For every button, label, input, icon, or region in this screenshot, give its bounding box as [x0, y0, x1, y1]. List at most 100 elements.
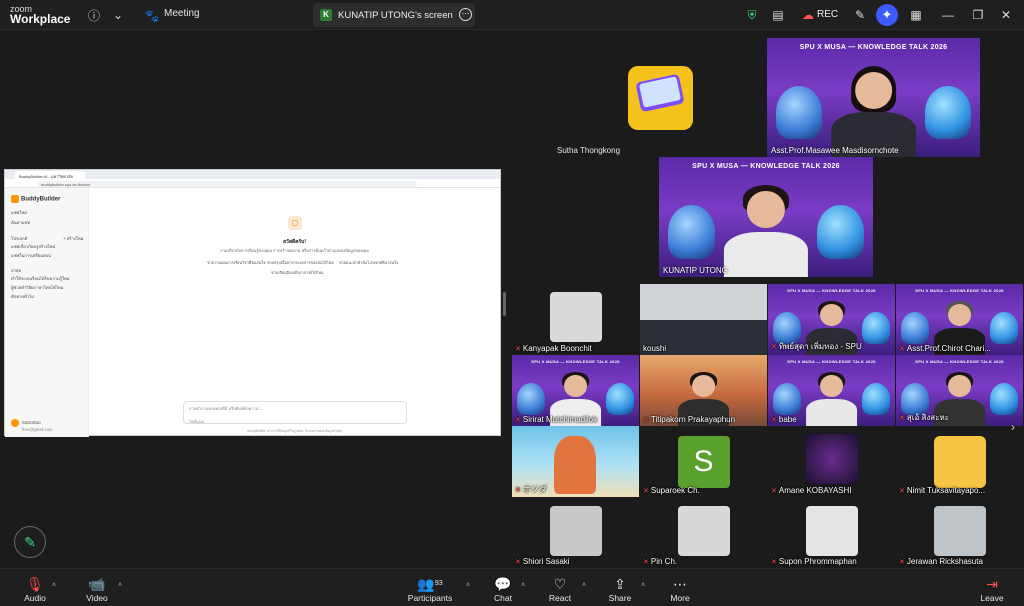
robot-illustration: [861, 312, 890, 345]
participant-name: koushi: [643, 344, 667, 353]
chevron-down-icon[interactable]: ⌄: [110, 7, 126, 23]
sidebar-item: ผู้ช่วยทำวิจัยภาษาไทยได้ไหม: [11, 285, 64, 290]
robot-illustration: [667, 205, 715, 259]
participant-tile[interactable]: ✕ Supon Phrommaphan: [768, 498, 895, 568]
mic-muted-icon: ✕: [643, 417, 649, 424]
meeting-label[interactable]: Meeting: [164, 8, 200, 19]
robot-illustration: [605, 383, 634, 416]
sidebar-item: แชทใหม่: [11, 210, 27, 215]
share-button[interactable]: ⇪ Share: [605, 575, 635, 603]
info-icon[interactable]: ⓘ: [86, 7, 102, 23]
person-head: [948, 375, 971, 398]
participant-photo: [806, 434, 858, 484]
participant-label: ✕ Kanyapak Boonchit: [515, 344, 592, 353]
participant-tile[interactable]: SPU X MUSA — KNOWLEDGE TALK 2026 ✕ babe: [768, 355, 895, 426]
banner-text: SPU X MUSA — KNOWLEDGE TALK 2026: [799, 43, 948, 51]
suggestion-chip: ช่วยเขียนอีเมลถึงอาจารย์ได้ไหม: [271, 271, 324, 275]
suggestion-chip: ช่วยแนะนำหัวข้อโปรเจกต์ที่น่าสนใจ: [339, 261, 399, 265]
record-cloud-icon: ☁: [802, 8, 814, 22]
participants-button[interactable]: 👥93 Participants: [405, 575, 455, 603]
participant-tile[interactable]: SPU X MUSA — KNOWLEDGE TALK 2026 ✕ Asst.P…: [896, 284, 1023, 355]
more-options-icon[interactable]: ⋯: [459, 8, 472, 21]
participant-avatar-image: [628, 66, 693, 130]
mic-muted-icon: ✕: [899, 415, 905, 422]
mic-muted-icon: ✕: [515, 346, 521, 353]
participant-name: สุเอ้ สิงสะหะ: [906, 413, 950, 422]
participant-photo: [678, 506, 730, 556]
minimize-icon[interactable]: —: [940, 7, 956, 23]
participant-tile[interactable]: ✕ Nimit Tuksavitayapo...: [896, 426, 1023, 497]
more-button[interactable]: ⋯ More: [665, 575, 695, 603]
summary-icon[interactable]: ▤: [770, 7, 786, 23]
banner-text: SPU X MUSA — KNOWLEDGE TALK 2026: [531, 358, 620, 364]
chevron-up-icon[interactable]: ˄: [52, 582, 56, 589]
suggestion-chip: ช่วยวางแผนการเรียนวิชาที่ฉันสนใจ: [207, 261, 266, 265]
view-icon[interactable]: ▦: [908, 7, 924, 23]
restore-icon[interactable]: ❐: [970, 7, 986, 23]
participant-label: ✕ Sirirat Mutchimadilok: [515, 415, 597, 424]
video-off-icon: 📹: [88, 576, 106, 592]
participant-tile[interactable]: ✕ Kanyapak Boonchit: [512, 284, 639, 355]
split-handle[interactable]: [503, 292, 506, 316]
participant-tile[interactable]: ✕ Jerawan Rickshasuta: [896, 498, 1023, 568]
chevron-up-icon[interactable]: ˄: [118, 582, 122, 589]
participant-tile[interactable]: ✕ Pin Ch.: [640, 498, 767, 568]
person-head: [820, 375, 843, 398]
participant-name: Sirirat Mutchimadilok: [522, 415, 598, 424]
leave-button[interactable]: ⇥ Leave: [978, 575, 1006, 603]
participant-label: ✕ Supon Phrommaphan: [771, 557, 857, 566]
pen-icon[interactable]: ✎: [852, 7, 868, 23]
participant-tile[interactable]: ✕ ホソダ: [512, 426, 639, 497]
chat-button[interactable]: 💬 Chat: [490, 575, 516, 603]
participant-tile[interactable]: ✕ Amane KOBAYASHI: [768, 426, 895, 497]
rec-label[interactable]: REC: [817, 9, 838, 20]
participant-video: [804, 371, 860, 426]
sidebar-item: โปรเจกต์: [11, 236, 28, 241]
participant-label: ✕ Suparoek Ch.: [643, 486, 700, 495]
participant-tile[interactable]: SPU X MUSA — KNOWLEDGE TALK 2026 ✕ ทิพย์ส…: [768, 284, 895, 355]
ai-companion-icon[interactable]: ✦: [876, 4, 898, 26]
share-avatar: K: [320, 9, 332, 21]
participant-tile[interactable]: SPU X MUSA — KNOWLEDGE TALK 2026 Asst.Pr…: [767, 38, 980, 157]
chevron-up-icon[interactable]: ˄: [582, 582, 586, 589]
active-speaker-tile[interactable]: SPU X MUSA — KNOWLEDGE TALK 2026 KUNATIP…: [659, 157, 873, 277]
sidebar-item: แชทเกี่ยวกับครูสร้างใหม่: [11, 244, 56, 249]
participant-photo: [550, 506, 602, 556]
participant-tile[interactable]: koushi: [640, 284, 767, 355]
participant-tile[interactable]: SPU X MUSA — KNOWLEDGE TALK 2026 ✕ Sirira…: [512, 355, 639, 426]
brand-name: BuddyBuilder: [21, 196, 61, 203]
participant-name: Suparoek Ch.: [650, 486, 700, 495]
mic-muted-icon: ✕: [899, 488, 905, 495]
react-button[interactable]: ♡ React: [545, 575, 575, 603]
chevron-right-icon[interactable]: ›: [1011, 420, 1015, 434]
banner-text: SPU X MUSA — KNOWLEDGE TALK 2026: [915, 358, 1004, 364]
chevron-up-icon[interactable]: ˄: [641, 582, 645, 589]
app-user: SoGoGoo free@gmail.com: [11, 419, 53, 432]
participant-tile[interactable]: S ✕ Suparoek Ch.: [640, 426, 767, 497]
browser-tabs: BuddyBuilder AI - มหาวิทยาลัยศรีปทุม: [5, 170, 500, 186]
video-button[interactable]: 📹 Video: [84, 575, 110, 603]
participant-name: Pin Ch.: [650, 557, 678, 566]
participants-label: Participants: [407, 593, 453, 603]
participant-label: ✕ ทิพย์สุดา เพิ่มทอง - SPU: [771, 340, 862, 353]
address-bar: buddybuilder.spu.ac.th/chat: [5, 179, 500, 188]
participant-tile[interactable]: ✕ Shiori Sasaki: [512, 498, 639, 568]
participant-name: Sutha Thongkong: [557, 146, 621, 155]
annotate-pen-icon[interactable]: ✎: [14, 526, 46, 558]
participant-label: ✕ Nimit Tuksavitayapo...: [899, 486, 985, 495]
welcome-subtitle: ถามเกี่ยวกับการเรียนรู้ของคุณ การสร้างผล…: [220, 248, 369, 253]
audio-button[interactable]: 🎙 Audio: [22, 575, 48, 603]
participant-tile[interactable]: SPU X MUSA — KNOWLEDGE TALK 2026 ✕ สุเอ้ …: [896, 355, 1023, 426]
person-head: [747, 190, 785, 229]
person-head: [854, 71, 893, 109]
share-tab[interactable]: K KUNATIP UTONG's screen ⋯: [313, 3, 475, 27]
shield-icon[interactable]: ⛨: [744, 7, 760, 23]
close-icon[interactable]: ✕: [998, 7, 1014, 23]
participant-tile[interactable]: ✕ Titipakorn Prakayaphun: [640, 355, 767, 426]
avatar: S: [677, 435, 730, 488]
app-brand: BuddyBuilder: [11, 195, 60, 203]
participant-label: ✕ Asst.Prof.Chirot Chari...: [899, 344, 991, 353]
chevron-up-icon[interactable]: ˄: [521, 582, 525, 589]
chevron-up-icon[interactable]: ˄: [466, 582, 470, 589]
zoom-logo: zoom Workplace: [10, 4, 70, 25]
